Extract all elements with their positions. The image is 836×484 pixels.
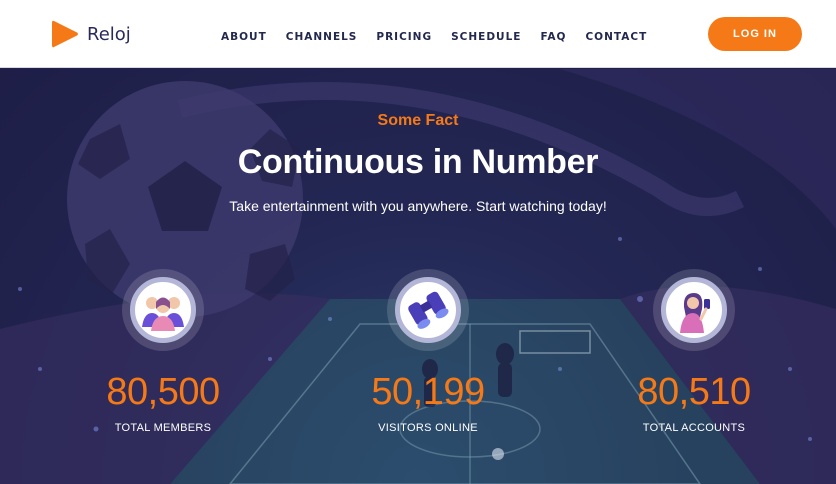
nav-link-contact[interactable]: CONTACT: [585, 31, 647, 43]
user-with-phone-icon: [680, 293, 710, 333]
section-subtitle: Take entertainment with you anywhere. St…: [229, 198, 607, 214]
nav-link-schedule[interactable]: SCHEDULE: [451, 31, 521, 43]
nav-link-faq[interactable]: FAQ: [540, 31, 566, 43]
stat-total-accounts: 80,510 TOTAL ACCOUNTS: [584, 269, 804, 434]
section-title: Continuous in Number: [237, 143, 599, 181]
section-eyebrow: Some Fact: [377, 112, 459, 129]
stat-label: TOTAL MEMBERS: [114, 422, 212, 434]
login-button[interactable]: LOG IN: [708, 17, 802, 51]
stat-total-members: 80,500 TOTAL MEMBERS: [53, 269, 273, 434]
brand-name: Reloj: [87, 23, 131, 45]
binoculars-icon: [408, 291, 449, 329]
stat-visitors-online: 50,199 VISITORS ONLINE: [318, 269, 538, 434]
site-header: Reloj ABOUT CHANNELS PRICING SCHEDULE FA…: [0, 0, 836, 68]
stat-icon-ring: [653, 269, 735, 351]
facts-section: Some Fact Continuous in Number Take ente…: [0, 69, 836, 484]
nav-link-pricing[interactable]: PRICING: [376, 31, 432, 43]
stat-icon-ring: [387, 269, 469, 351]
stat-value: 80,500: [106, 371, 220, 413]
stat-label: VISITORS ONLINE: [378, 422, 478, 434]
stat-icon-ring: [122, 269, 204, 351]
nav-link-channels[interactable]: CHANNELS: [286, 31, 358, 43]
play-logo-icon: [52, 20, 78, 48]
stat-value: 50,199: [371, 371, 485, 413]
stat-label: TOTAL ACCOUNTS: [642, 422, 746, 434]
main-nav: ABOUT CHANNELS PRICING SCHEDULE FAQ CONT…: [221, 27, 647, 45]
brand-logo[interactable]: Reloj: [50, 18, 131, 50]
nav-link-about[interactable]: ABOUT: [221, 31, 267, 43]
members-group-icon: [142, 297, 184, 331]
stat-value: 80,510: [637, 371, 751, 413]
